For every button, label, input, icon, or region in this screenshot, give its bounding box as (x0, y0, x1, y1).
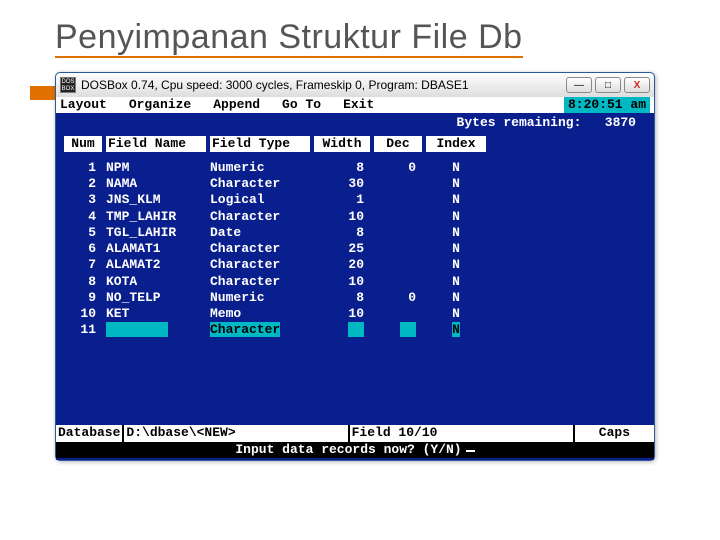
row-1-name: NAMA (106, 176, 206, 192)
edit-row-name[interactable] (106, 322, 206, 338)
row-3-dec (374, 209, 422, 225)
close-button[interactable]: X (624, 77, 650, 93)
row-5-dec (374, 241, 422, 257)
edit-row-type[interactable]: Character (210, 322, 310, 338)
row-2-index: N (426, 192, 486, 208)
row-9-index: N (426, 306, 486, 322)
row-1-num: 2 (64, 176, 102, 192)
menu-goto[interactable]: Go To (282, 97, 321, 113)
row-8-num: 9 (64, 290, 102, 306)
menu-bar: Layout Organize Append Go To Exit 8:20:5… (56, 97, 654, 113)
page-title: Penyimpanan Struktur File Db (0, 0, 720, 65)
row-3-index: N (426, 209, 486, 225)
clock: 8:20:51 am (564, 97, 650, 113)
row-4-dec (374, 225, 422, 241)
row-7-name: KOTA (106, 274, 206, 290)
edit-row-num: 11 (64, 322, 102, 338)
row-5-type: Character (210, 241, 310, 257)
row-6-dec (374, 257, 422, 273)
row-0-name: NPM (106, 160, 206, 176)
row-1-type: Character (210, 176, 310, 192)
status-bar: Database D:\dbase\<NEW> Field 10/10 Caps (56, 425, 654, 441)
col-num: Num (64, 136, 102, 152)
row-2-dec (374, 192, 422, 208)
row-5-index: N (426, 241, 486, 257)
row-5-num: 6 (64, 241, 102, 257)
row-3-width: 10 (314, 209, 370, 225)
cursor-icon (466, 450, 475, 452)
status-path: D:\dbase\<NEW> (124, 425, 349, 441)
menu-layout[interactable]: Layout (60, 97, 107, 113)
row-1-width: 30 (314, 176, 370, 192)
prompt[interactable]: Input data records now? (Y/N) (56, 442, 654, 458)
row-8-type: Numeric (210, 290, 310, 306)
window-title: DOSBox 0.74, Cpu speed: 3000 cycles, Fra… (81, 78, 566, 92)
row-0-index: N (426, 160, 486, 176)
row-9-width: 10 (314, 306, 370, 322)
col-dec: Dec (374, 136, 422, 152)
row-8-name: NO_TELP (106, 290, 206, 306)
bytes-remaining: Bytes remaining: 3870 (64, 115, 646, 131)
row-4-index: N (426, 225, 486, 241)
row-2-width: 1 (314, 192, 370, 208)
row-4-width: 8 (314, 225, 370, 241)
row-9-num: 10 (64, 306, 102, 322)
row-0-dec: 0 (374, 160, 422, 176)
minimize-button[interactable]: — (566, 77, 592, 93)
row-4-type: Date (210, 225, 310, 241)
structure-table: Num Field Name Field Type Width Dec Inde… (64, 136, 646, 339)
row-8-dec: 0 (374, 290, 422, 306)
row-1-index: N (426, 176, 486, 192)
row-7-width: 10 (314, 274, 370, 290)
row-1-dec (374, 176, 422, 192)
status-database-label: Database (56, 425, 124, 441)
row-8-index: N (426, 290, 486, 306)
row-9-type: Memo (210, 306, 310, 322)
edit-row-index[interactable]: N (426, 322, 486, 338)
col-field-name: Field Name (106, 136, 206, 152)
menu-organize[interactable]: Organize (129, 97, 191, 113)
edit-row-dec[interactable] (374, 322, 422, 338)
menu-append[interactable]: Append (213, 97, 260, 113)
row-6-num: 7 (64, 257, 102, 273)
row-5-name: ALAMAT1 (106, 241, 206, 257)
row-0-type: Numeric (210, 160, 310, 176)
status-field: Field 10/10 (350, 425, 575, 441)
row-7-type: Character (210, 274, 310, 290)
row-3-name: TMP_LAHIR (106, 209, 206, 225)
window-titlebar[interactable]: DOS BOX DOSBox 0.74, Cpu speed: 3000 cyc… (56, 73, 654, 97)
row-9-dec (374, 306, 422, 322)
row-2-name: JNS_KLM (106, 192, 206, 208)
dosbox-window: DOS BOX DOSBox 0.74, Cpu speed: 3000 cyc… (55, 72, 655, 461)
row-6-width: 20 (314, 257, 370, 273)
row-9-name: KET (106, 306, 206, 322)
row-4-num: 5 (64, 225, 102, 241)
row-2-type: Logical (210, 192, 310, 208)
row-8-width: 8 (314, 290, 370, 306)
menu-exit[interactable]: Exit (343, 97, 374, 113)
row-7-index: N (426, 274, 486, 290)
row-0-num: 1 (64, 160, 102, 176)
col-index: Index (426, 136, 486, 152)
row-7-num: 8 (64, 274, 102, 290)
row-3-type: Character (210, 209, 310, 225)
row-6-name: ALAMAT2 (106, 257, 206, 273)
row-7-dec (374, 274, 422, 290)
row-2-num: 3 (64, 192, 102, 208)
edit-row-width[interactable] (314, 322, 370, 338)
row-5-width: 25 (314, 241, 370, 257)
row-3-num: 4 (64, 209, 102, 225)
col-width: Width (314, 136, 370, 152)
maximize-button[interactable]: □ (595, 77, 621, 93)
row-0-width: 8 (314, 160, 370, 176)
row-6-type: Character (210, 257, 310, 273)
col-field-type: Field Type (210, 136, 310, 152)
row-6-index: N (426, 257, 486, 273)
status-caps: Caps (575, 425, 654, 441)
row-4-name: TGL_LAHIR (106, 225, 206, 241)
dosbox-icon: DOS BOX (60, 77, 76, 93)
accent-bar (30, 86, 58, 100)
